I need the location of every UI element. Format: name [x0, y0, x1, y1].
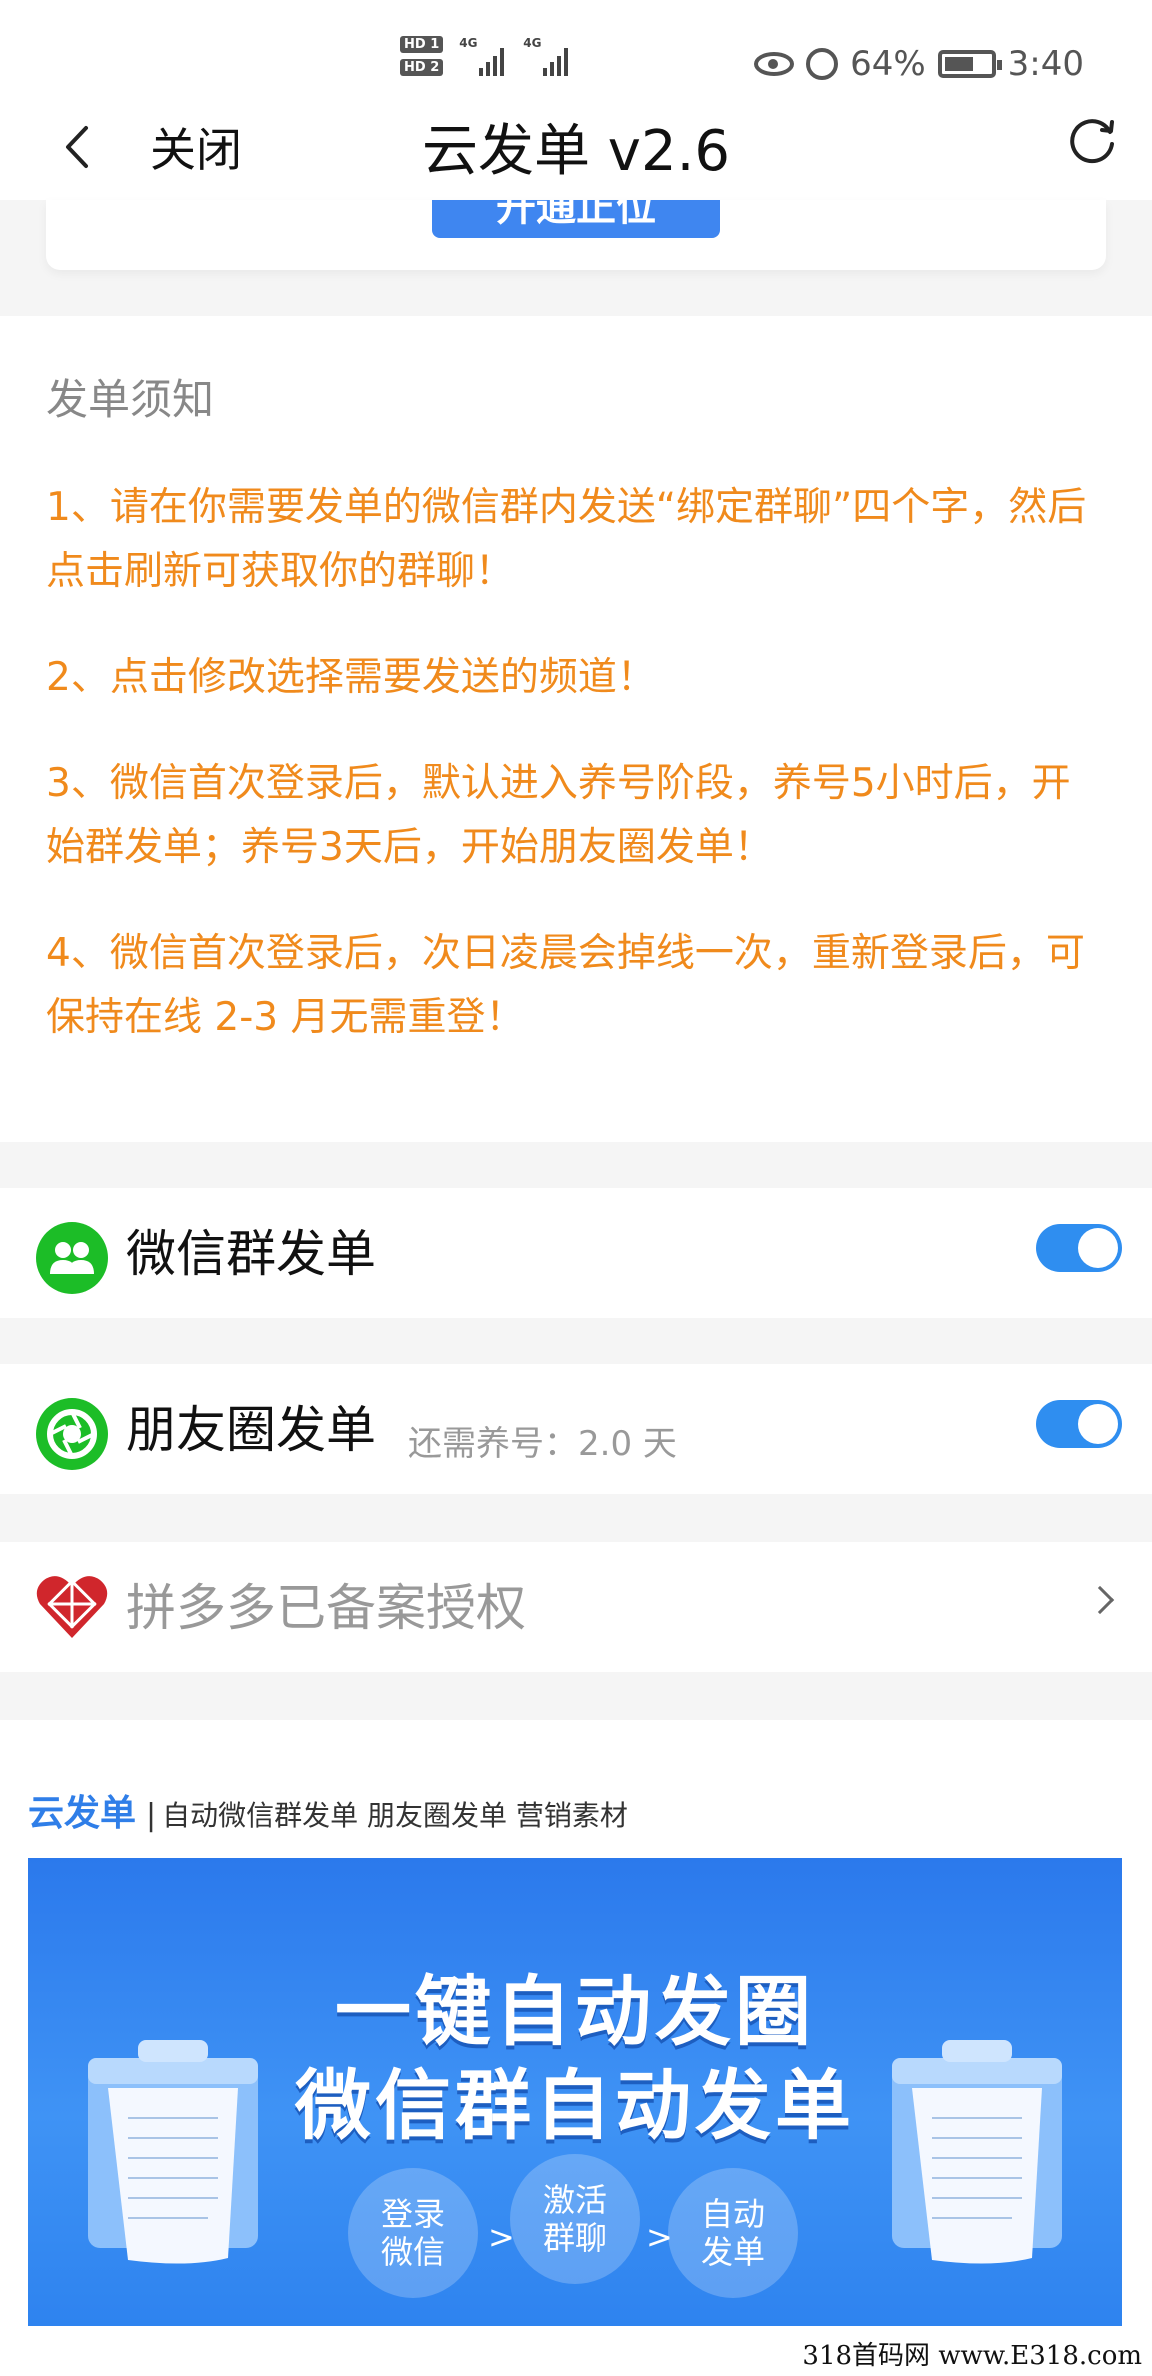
promo-section: 云发单 | 自动微信群发单 朋友圈发单 营销素材 一键自动发圈 微信群自动发单 … — [0, 1720, 1152, 2376]
refresh-icon[interactable] — [1064, 114, 1120, 170]
wechat-group-row[interactable]: 微信群发单 — [0, 1188, 1152, 1318]
chevron-right-icon — [1085, 1585, 1115, 1615]
network-type-1: 4G — [459, 36, 478, 50]
app-screen: HD 1 HD 2 4G 4G 64% 3:40 关闭 云发单 v2.6 开通正… — [0, 0, 1152, 2376]
banner-headline-2: 微信群自动发单 — [295, 2061, 855, 2150]
network-type-2: 4G — [523, 36, 542, 50]
sim2-badge: HD 2 — [400, 59, 444, 76]
notice-section: 发单须知 1、请在你需要发单的微信群内发送“绑定群聊”四个字，然后点击刷新可获取… — [0, 316, 1152, 1142]
signal-icon: 4G — [459, 36, 507, 76]
wechat-group-label: 微信群发单 — [126, 1225, 376, 1283]
brand-tagline: 自动微信群发单 朋友圈发单 营销素材 — [162, 1799, 628, 1832]
step-auto-send: 自动 发单 — [668, 2168, 798, 2298]
eye-comfort-icon — [754, 52, 795, 76]
signal-icon-2: 4G — [523, 36, 571, 76]
signal-indicators: HD 1 HD 2 4G 4G — [400, 36, 571, 76]
brand-name: 云发单 — [28, 1793, 137, 1834]
moments-icon — [36, 1398, 108, 1470]
site-watermark: 318首码网 www.E318.com — [798, 2335, 1146, 2372]
sim1-badge: HD 1 — [400, 36, 444, 53]
page-title: 云发单 v2.6 — [422, 119, 730, 184]
notice-item: 3、微信首次登录后，默认进入养号阶段，养号5小时后，开始群发单；养号3天后，开始… — [46, 761, 1071, 870]
battery-icon — [937, 50, 1002, 78]
brand-separator: | — [146, 1798, 157, 1833]
battery-percent: 64% — [850, 44, 926, 84]
wechat-group-toggle[interactable] — [1036, 1224, 1122, 1272]
pdd-authorization-row[interactable]: 拼多多已备案授权 — [0, 1542, 1152, 1672]
moments-toggle[interactable] — [1036, 1400, 1122, 1448]
notice-title: 发单须知 — [46, 375, 215, 424]
group-chat-icon — [36, 1222, 108, 1294]
notice-item: 4、微信首次登录后，次日凌晨会掉线一次，重新登录后，可保持在线 2-3 月无需重… — [46, 931, 1085, 1040]
alarm-icon — [806, 48, 839, 80]
promo-banner[interactable]: 一键自动发圈 微信群自动发单 登录 微信 > 激活 群聊 > 自动 发单 — [28, 1858, 1122, 2326]
activate-button[interactable]: 开通正位 — [432, 200, 720, 238]
step-activate-group: 激活 群聊 — [510, 2154, 640, 2284]
nav-bar: 关闭 云发单 v2.6 — [0, 100, 1152, 200]
moments-label: 朋友圈发单 — [126, 1401, 376, 1459]
notice-item: 1、请在你需要发单的微信群内发送“绑定群聊”四个字，然后点击刷新可获取你的群聊！ — [46, 485, 1087, 594]
step-login-wechat: 登录 微信 — [348, 2168, 478, 2298]
pdd-label: 拼多多已备案授权 — [126, 1579, 526, 1637]
notice-item: 2、点击修改选择需要发送的频道！ — [46, 655, 656, 700]
pinduoduo-logo-icon — [36, 1576, 108, 1638]
clock: 3:40 — [1007, 44, 1084, 84]
moments-row[interactable]: 朋友圈发单 还需养号：2.0 天 — [0, 1364, 1152, 1494]
moments-remaining: 还需养号：2.0 天 — [408, 1424, 677, 1464]
